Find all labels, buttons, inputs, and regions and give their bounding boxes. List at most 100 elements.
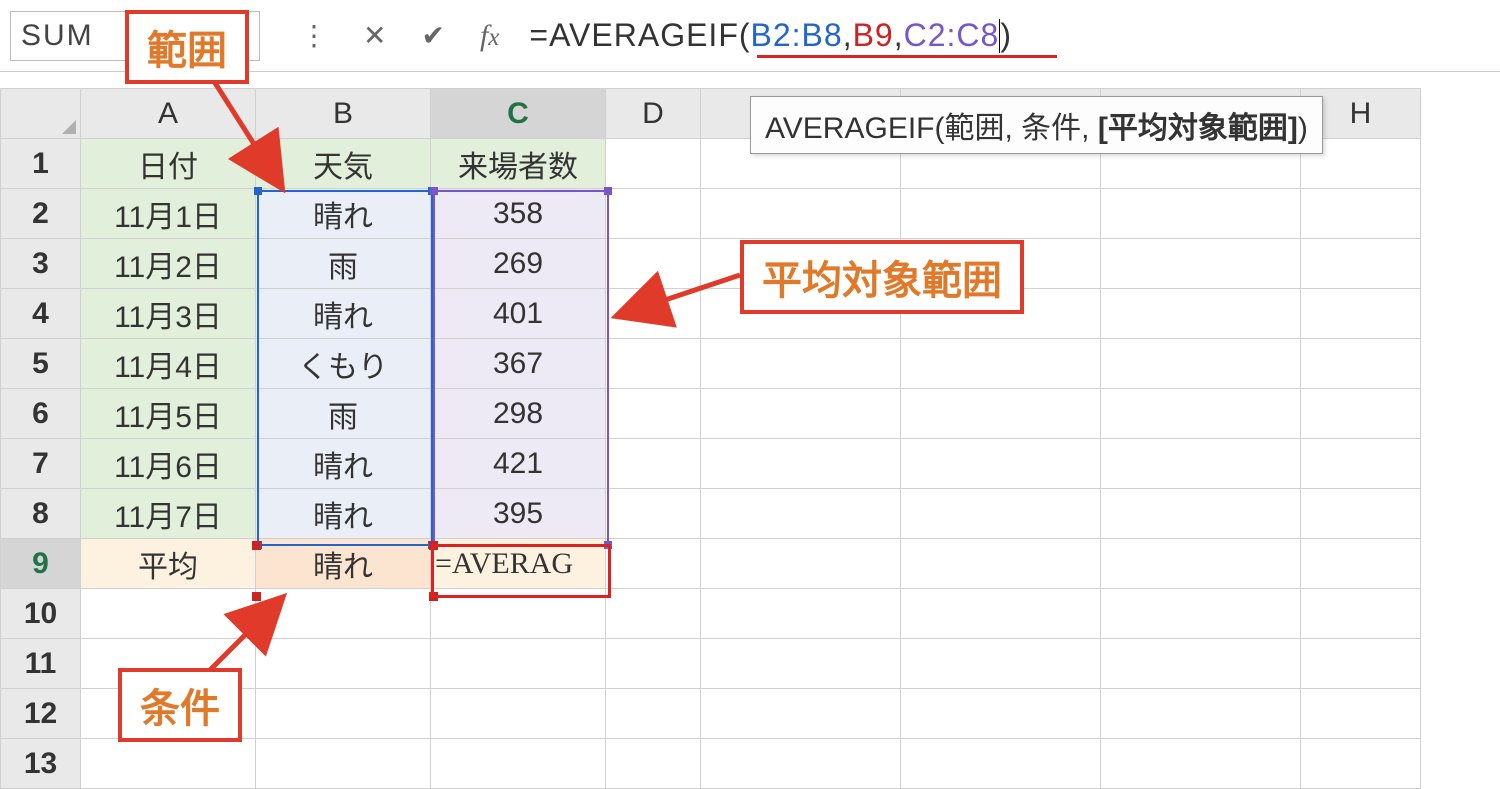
cell[interactable] [901, 639, 1101, 689]
cell[interactable]: 401 [431, 289, 606, 339]
cell[interactable] [606, 439, 701, 489]
formula-input[interactable]: =AVERAGEIF(B2:B8,B9,C2:C8) [529, 11, 1490, 61]
cell[interactable] [431, 589, 606, 639]
cell[interactable] [1101, 189, 1301, 239]
cell[interactable]: 11月7日 [81, 489, 256, 539]
cell[interactable] [1301, 489, 1421, 539]
cell[interactable] [606, 339, 701, 389]
row-10[interactable]: 10 [1, 589, 81, 639]
cell[interactable] [606, 139, 701, 189]
cell[interactable] [1301, 539, 1421, 589]
cell[interactable]: くもり [256, 339, 431, 389]
cell[interactable] [1301, 339, 1421, 389]
cell[interactable] [431, 739, 606, 789]
row-3[interactable]: 3 [1, 239, 81, 289]
cell[interactable] [901, 189, 1101, 239]
cell[interactable] [1301, 739, 1421, 789]
cell[interactable] [701, 439, 901, 489]
row-7[interactable]: 7 [1, 439, 81, 489]
cell[interactable] [1101, 339, 1301, 389]
fx-icon[interactable]: fx [480, 19, 499, 53]
cell[interactable] [901, 489, 1101, 539]
row-2[interactable]: 2 [1, 189, 81, 239]
cell[interactable] [701, 739, 901, 789]
cell[interactable]: 269 [431, 239, 606, 289]
cell[interactable] [901, 439, 1101, 489]
cell[interactable] [1101, 739, 1301, 789]
cell[interactable] [1101, 489, 1301, 539]
cell[interactable] [901, 389, 1101, 439]
cell[interactable] [1301, 389, 1421, 439]
cell[interactable] [701, 489, 901, 539]
cell[interactable] [1101, 389, 1301, 439]
cell[interactable] [701, 189, 901, 239]
cell[interactable] [901, 739, 1101, 789]
cell[interactable]: 395 [431, 489, 606, 539]
row-12[interactable]: 12 [1, 689, 81, 739]
row-11[interactable]: 11 [1, 639, 81, 689]
cell[interactable] [701, 389, 901, 439]
cell[interactable] [606, 689, 701, 739]
cell[interactable] [1101, 289, 1301, 339]
cell[interactable] [606, 589, 701, 639]
cell-C1[interactable]: 来場者数 [431, 139, 606, 189]
cell[interactable]: 358 [431, 189, 606, 239]
cell[interactable]: 雨 [256, 389, 431, 439]
cell[interactable]: 晴れ [256, 289, 431, 339]
cell[interactable]: 雨 [256, 239, 431, 289]
cell[interactable]: 11月6日 [81, 439, 256, 489]
more-icon[interactable]: ⋮ [300, 19, 328, 52]
cell[interactable] [606, 639, 701, 689]
cell[interactable]: 晴れ [256, 489, 431, 539]
cell[interactable] [1101, 439, 1301, 489]
cell[interactable] [1301, 639, 1421, 689]
cell[interactable] [701, 639, 901, 689]
cell[interactable] [256, 739, 431, 789]
cell[interactable] [1301, 689, 1421, 739]
row-1[interactable]: 1 [1, 139, 81, 189]
cell[interactable]: 11月4日 [81, 339, 256, 389]
cell[interactable] [256, 689, 431, 739]
cell[interactable]: 11月5日 [81, 389, 256, 439]
cell[interactable] [701, 539, 901, 589]
cell[interactable]: 11月2日 [81, 239, 256, 289]
cell[interactable] [1101, 639, 1301, 689]
cancel-icon[interactable]: ✕ [363, 19, 386, 52]
row-13[interactable]: 13 [1, 739, 81, 789]
cell[interactable] [701, 339, 901, 389]
cell[interactable] [81, 739, 256, 789]
cell[interactable] [1101, 689, 1301, 739]
cell[interactable]: 11月3日 [81, 289, 256, 339]
enter-icon[interactable]: ✔ [421, 19, 444, 52]
cell[interactable] [606, 489, 701, 539]
cell[interactable] [1301, 439, 1421, 489]
cell[interactable]: 298 [431, 389, 606, 439]
cell[interactable] [1301, 239, 1421, 289]
row-5[interactable]: 5 [1, 339, 81, 389]
cell[interactable] [1101, 239, 1301, 289]
cell[interactable]: 367 [431, 339, 606, 389]
cell[interactable] [606, 389, 701, 439]
cell-C9[interactable]: =AVERAG [431, 539, 606, 589]
cell[interactable] [431, 689, 606, 739]
cell[interactable] [901, 589, 1101, 639]
row-8[interactable]: 8 [1, 489, 81, 539]
cell[interactable] [901, 539, 1101, 589]
col-D[interactable]: D [606, 89, 701, 139]
cell[interactable] [606, 189, 701, 239]
row-6[interactable]: 6 [1, 389, 81, 439]
cell[interactable] [606, 739, 701, 789]
cell[interactable] [701, 689, 901, 739]
cell-A9[interactable]: 平均 [81, 539, 256, 589]
cell[interactable] [701, 589, 901, 639]
cell[interactable] [1301, 289, 1421, 339]
select-all-corner[interactable] [1, 89, 81, 139]
cell[interactable] [901, 339, 1101, 389]
cell[interactable] [901, 689, 1101, 739]
cell[interactable] [1101, 539, 1301, 589]
cell[interactable]: 晴れ [256, 439, 431, 489]
cell[interactable] [606, 539, 701, 589]
cell[interactable]: 421 [431, 439, 606, 489]
cell[interactable] [431, 639, 606, 689]
row-4[interactable]: 4 [1, 289, 81, 339]
